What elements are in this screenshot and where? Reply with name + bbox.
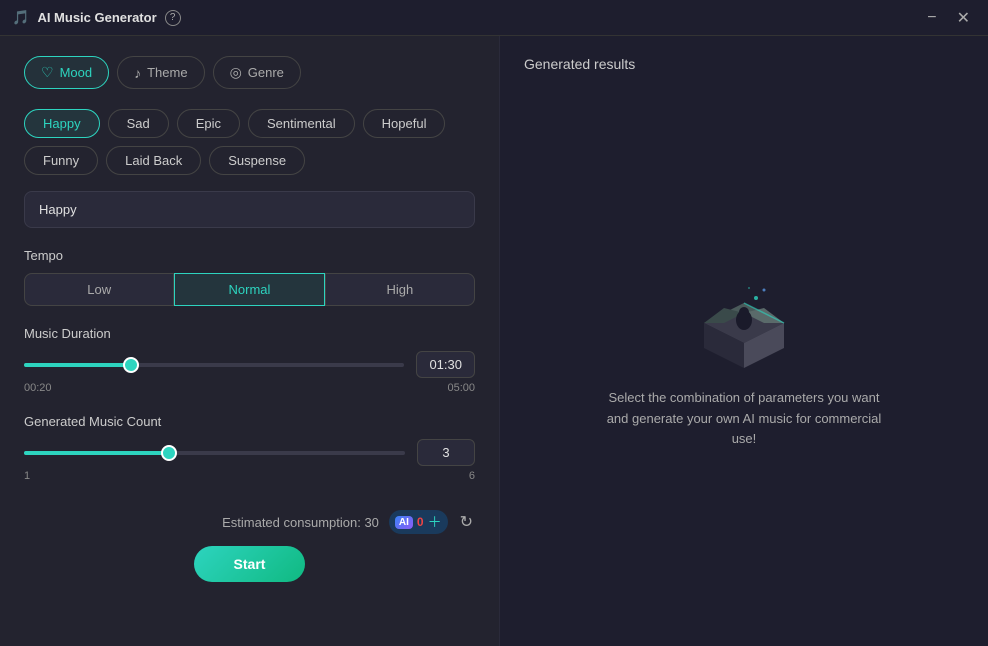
music-count-labels: 1 6 — [24, 470, 475, 482]
main-layout: ♡ Mood ♪ Theme ◎ Genre Happy Sad Epic Se… — [0, 36, 988, 646]
music-duration-row: 01:30 — [24, 351, 475, 378]
mood-happy[interactable]: Happy — [24, 109, 100, 138]
mood-tab-icon: ♡ — [41, 64, 54, 81]
empty-state-illustration — [684, 268, 804, 368]
music-duration-min: 00:20 — [24, 382, 52, 394]
mood-funny[interactable]: Funny — [24, 146, 98, 175]
genre-tab-icon: ◎ — [230, 64, 242, 81]
music-duration-fill — [24, 363, 131, 367]
music-count-slider-container[interactable] — [24, 443, 405, 463]
tempo-group: Low Normal High — [24, 273, 475, 306]
music-count-label: Generated Music Count — [24, 414, 475, 429]
tab-genre[interactable]: ◎ Genre — [213, 56, 301, 89]
ai-plus-button[interactable]: ＋ — [428, 512, 442, 532]
music-count-thumb[interactable] — [161, 445, 177, 461]
tab-bar: ♡ Mood ♪ Theme ◎ Genre — [24, 56, 475, 89]
tempo-normal[interactable]: Normal — [174, 273, 324, 306]
music-count-section: Generated Music Count 3 1 6 — [24, 414, 475, 482]
mood-laid-back[interactable]: Laid Back — [106, 146, 201, 175]
close-button[interactable]: ✕ — [951, 6, 976, 30]
titlebar: 🎵 AI Music Generator ? − ✕ — [0, 0, 988, 36]
consumption-text: Estimated consumption: 30 — [222, 515, 379, 530]
mood-text-input[interactable] — [24, 191, 475, 228]
results-description: Select the combination of parameters you… — [604, 388, 884, 450]
music-duration-max: 05:00 — [447, 382, 475, 394]
music-count-row: 3 — [24, 439, 475, 466]
refresh-button[interactable]: ↻ — [458, 510, 475, 534]
theme-tab-icon: ♪ — [134, 65, 141, 81]
left-panel: ♡ Mood ♪ Theme ◎ Genre Happy Sad Epic Se… — [0, 36, 500, 646]
music-count-min: 1 — [24, 470, 30, 482]
start-button[interactable]: Start — [194, 546, 306, 582]
music-duration-section: Music Duration 01:30 00:20 05:00 — [24, 326, 475, 394]
mood-sentimental[interactable]: Sentimental — [248, 109, 355, 138]
right-panel: Generated results — [500, 36, 988, 646]
ai-count: 0 — [417, 515, 424, 529]
mood-grid: Happy Sad Epic Sentimental Hopeful Funny… — [24, 109, 475, 175]
mood-epic[interactable]: Epic — [177, 109, 240, 138]
music-duration-value: 01:30 — [416, 351, 475, 378]
mood-suspense[interactable]: Suspense — [209, 146, 305, 175]
results-empty-state: Select the combination of parameters you… — [524, 92, 964, 626]
tab-mood[interactable]: ♡ Mood — [24, 56, 109, 89]
music-count-track — [24, 451, 405, 455]
tempo-low[interactable]: Low — [24, 273, 174, 306]
app-title: AI Music Generator — [37, 10, 156, 25]
bottom-controls: Estimated consumption: 30 AI 0 ＋ ↻ — [24, 502, 475, 534]
tempo-label: Tempo — [24, 248, 475, 263]
results-title: Generated results — [524, 56, 964, 72]
music-count-value: 3 — [417, 439, 475, 466]
music-count-max: 6 — [469, 470, 475, 482]
tab-theme[interactable]: ♪ Theme — [117, 56, 204, 89]
minimize-button[interactable]: − — [921, 6, 942, 30]
music-count-fill — [24, 451, 169, 455]
tempo-high[interactable]: High — [325, 273, 475, 306]
mood-sad[interactable]: Sad — [108, 109, 169, 138]
music-duration-thumb[interactable] — [123, 357, 139, 373]
ai-label: AI — [395, 516, 413, 529]
music-duration-track — [24, 363, 404, 367]
help-button[interactable]: ? — [165, 10, 181, 26]
mood-hopeful[interactable]: Hopeful — [363, 109, 446, 138]
music-duration-labels: 00:20 05:00 — [24, 382, 475, 394]
ai-badge: AI 0 ＋ — [389, 510, 448, 534]
app-icon: 🎵 — [12, 9, 29, 26]
music-duration-slider-container[interactable] — [24, 355, 404, 375]
music-duration-label: Music Duration — [24, 326, 475, 341]
